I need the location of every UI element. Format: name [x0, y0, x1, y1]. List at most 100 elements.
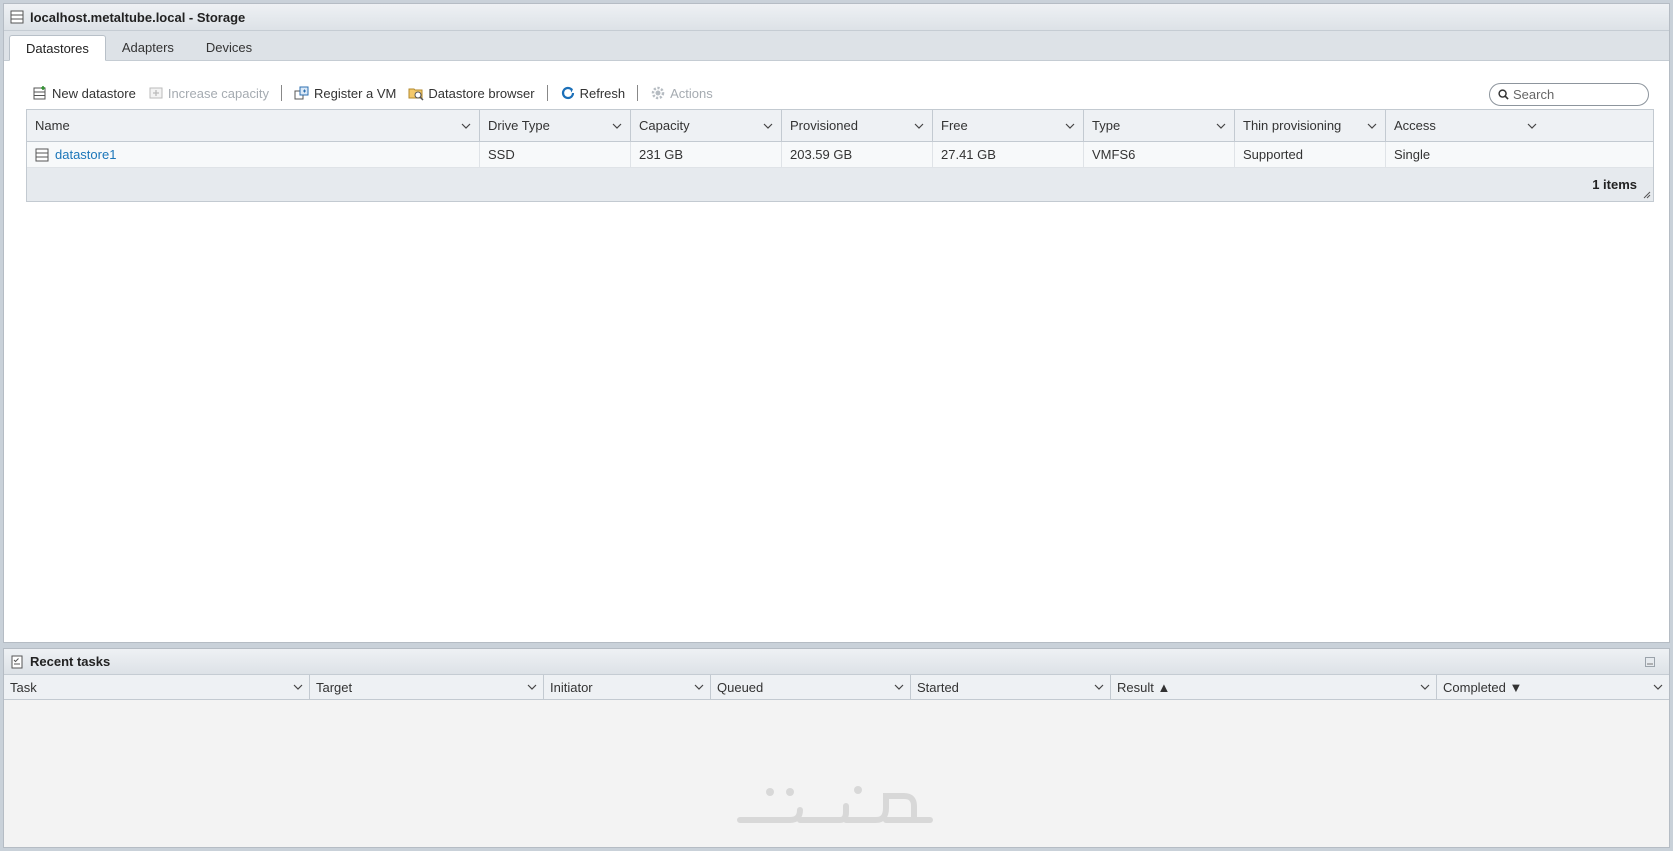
- column-header-provisioned[interactable]: Provisioned: [782, 110, 933, 141]
- chevron-down-icon[interactable]: [527, 682, 537, 692]
- tab-devices[interactable]: Devices: [190, 34, 268, 60]
- column-label: Target: [316, 679, 353, 695]
- column-label: Completed ▼: [1443, 679, 1523, 695]
- resize-handle-icon[interactable]: [1643, 191, 1651, 199]
- column-label: Task: [10, 679, 37, 695]
- toolbar-separator: [637, 85, 639, 101]
- column-label: Name: [35, 118, 70, 133]
- recent-tasks-title: Recent tasks: [30, 654, 111, 669]
- chevron-down-icon[interactable]: [1527, 121, 1537, 131]
- column-label: Capacity: [639, 118, 690, 133]
- refresh-label: Refresh: [579, 85, 626, 101]
- cell-thin-provisioning: Supported: [1235, 142, 1386, 167]
- toolbar-separator: [546, 85, 548, 101]
- chevron-down-icon[interactable]: [1367, 121, 1377, 131]
- cell-type: VMFS6: [1084, 142, 1235, 167]
- grid-header: Name Drive Type Capacity Provisioned Fre…: [27, 110, 1653, 142]
- tasks-icon: [11, 655, 23, 668]
- column-header-result[interactable]: Result ▲: [1111, 675, 1437, 699]
- datastores-grid: Name Drive Type Capacity Provisioned Fre…: [26, 109, 1654, 202]
- gear-icon: [651, 86, 665, 100]
- column-label: Type: [1092, 118, 1121, 133]
- cell-provisioned: 203.59 GB: [782, 142, 933, 167]
- column-header-initiator[interactable]: Initiator: [544, 675, 711, 699]
- datastore-browser-button[interactable]: Datastore browser: [402, 81, 540, 105]
- tab-adapters[interactable]: Adapters: [106, 34, 190, 60]
- recent-tasks-titlebar: Recent tasks: [4, 649, 1669, 675]
- window-titlebar: localhost.metaltube.local - Storage: [4, 4, 1669, 31]
- datastore-browser-icon: [408, 88, 424, 101]
- toolbar-separator: [281, 85, 282, 101]
- column-header-name[interactable]: Name: [27, 110, 480, 141]
- column-header-access[interactable]: Access: [1386, 110, 1553, 141]
- increase-capacity-label: Increase capacity: [167, 85, 269, 101]
- datastore-icon: [35, 148, 49, 161]
- column-label: Provisioned: [790, 118, 858, 133]
- column-header-free[interactable]: Free: [933, 110, 1084, 141]
- column-header-capacity[interactable]: Capacity: [631, 110, 782, 141]
- column-label: Access: [1394, 118, 1436, 133]
- column-label: Started: [917, 679, 959, 695]
- chevron-down-icon[interactable]: [914, 121, 924, 131]
- column-header-task[interactable]: Task: [4, 675, 310, 699]
- cell-access: Single: [1394, 147, 1431, 162]
- datastore-link[interactable]: datastore1: [55, 147, 116, 162]
- new-datastore-label: New datastore: [52, 85, 136, 101]
- increase-capacity-button[interactable]: Increase capacity: [142, 81, 275, 105]
- register-vm-icon: [294, 86, 309, 100]
- toolbar: New datastore Increase capacity Register…: [26, 80, 719, 106]
- window-title: localhost.metaltube.local - Storage: [30, 9, 246, 25]
- table-row[interactable]: datastore1 SSD 231 GB 203.59 GB 27.41 GB…: [27, 142, 1653, 168]
- new-datastore-button[interactable]: New datastore: [26, 81, 142, 105]
- chevron-down-icon[interactable]: [1653, 682, 1663, 692]
- column-label: Queued: [717, 679, 764, 695]
- increase-capacity-icon: [149, 87, 163, 99]
- search-box[interactable]: [1489, 83, 1649, 106]
- datastore-browser-label: Datastore browser: [428, 85, 535, 101]
- chevron-down-icon[interactable]: [694, 682, 704, 692]
- chevron-down-icon[interactable]: [1216, 121, 1226, 131]
- column-header-drive-type[interactable]: Drive Type: [480, 110, 631, 141]
- grid-footer: 1 items: [27, 168, 1653, 201]
- search-input[interactable]: [1513, 87, 1633, 102]
- column-label: Free: [941, 118, 968, 133]
- chevron-down-icon[interactable]: [1065, 121, 1075, 131]
- chevron-down-icon[interactable]: [293, 682, 303, 692]
- tasks-grid-header: Task Target Initiator Queued Started Res…: [4, 675, 1669, 700]
- refresh-button[interactable]: Refresh: [554, 81, 632, 105]
- cell-capacity: 231 GB: [631, 142, 782, 167]
- column-header-target[interactable]: Target: [310, 675, 544, 699]
- storage-icon: [10, 10, 24, 24]
- watermark-logo-icon: [737, 786, 933, 823]
- new-datastore-icon: [33, 86, 46, 100]
- chevron-down-icon[interactable]: [461, 121, 471, 131]
- chevron-down-icon[interactable]: [763, 121, 773, 131]
- cell-free: 27.41 GB: [933, 142, 1084, 167]
- refresh-icon: [561, 86, 574, 100]
- chevron-down-icon[interactable]: [894, 682, 904, 692]
- column-header-thin-provisioning[interactable]: Thin provisioning: [1235, 110, 1386, 141]
- column-header-type[interactable]: Type: [1084, 110, 1235, 141]
- search-icon: [1498, 89, 1509, 100]
- column-header-completed[interactable]: Completed ▼: [1437, 675, 1669, 699]
- column-label: Drive Type: [488, 118, 550, 133]
- column-header-started[interactable]: Started: [911, 675, 1111, 699]
- cell-name: datastore1: [27, 142, 480, 167]
- column-header-queued[interactable]: Queued: [711, 675, 911, 699]
- column-label: Result ▲: [1117, 679, 1171, 695]
- column-label: Thin provisioning: [1243, 118, 1342, 133]
- chevron-down-icon[interactable]: [612, 121, 622, 131]
- minimize-icon[interactable]: [1645, 657, 1655, 667]
- tab-bar: Datastores Adapters Devices: [4, 31, 1669, 61]
- item-count: 1 items: [1592, 177, 1637, 192]
- column-label: Initiator: [550, 679, 593, 695]
- actions-button[interactable]: Actions: [644, 81, 719, 105]
- cell-drive-type: SSD: [480, 142, 631, 167]
- chevron-down-icon[interactable]: [1094, 682, 1104, 692]
- tab-datastores[interactable]: Datastores: [9, 35, 106, 61]
- register-vm-button[interactable]: Register a VM: [288, 81, 402, 105]
- register-vm-label: Register a VM: [314, 85, 397, 101]
- actions-label: Actions: [670, 85, 713, 101]
- storage-panel: localhost.metaltube.local - Storage Data…: [3, 3, 1670, 643]
- chevron-down-icon[interactable]: [1420, 682, 1430, 692]
